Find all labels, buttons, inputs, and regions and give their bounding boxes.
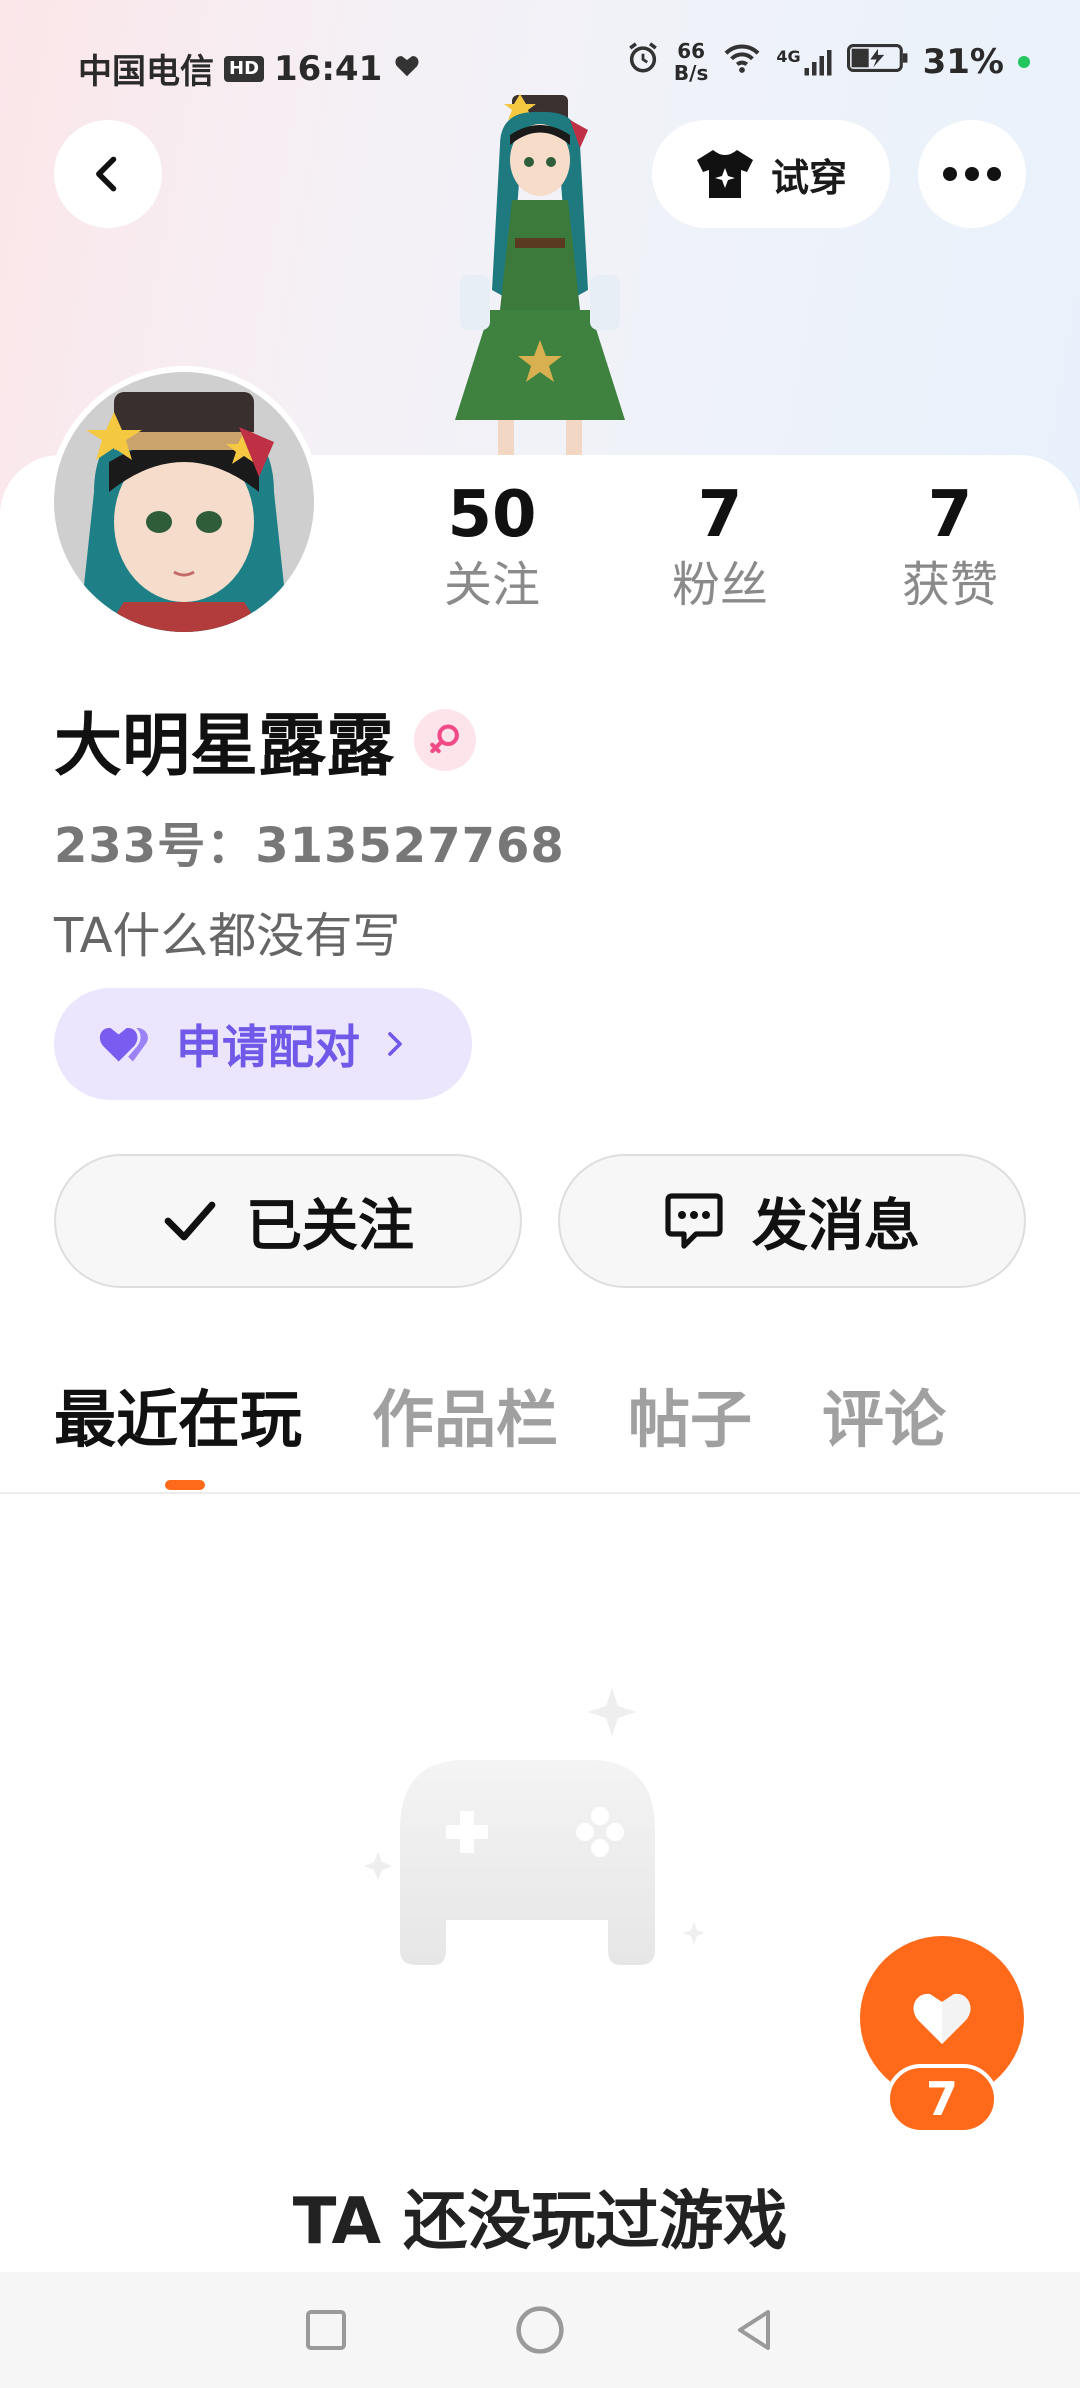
- stat-value: 50: [447, 478, 537, 552]
- stat-value: 7: [697, 478, 743, 552]
- recent-apps-icon[interactable]: [302, 2306, 350, 2354]
- user-name: 大明星露露: [54, 707, 395, 786]
- heart-icon: [99, 1027, 148, 1062]
- heart-shield-icon: [392, 49, 422, 89]
- heart-icon: [913, 1993, 971, 2044]
- user-bio: TA什么都没有写: [54, 908, 401, 964]
- clock-time: 16:41: [274, 48, 383, 89]
- status-left: 中国电信 HD 16:41: [78, 44, 422, 93]
- try-on-button[interactable]: 试穿: [652, 120, 890, 228]
- more-button[interactable]: [918, 120, 1026, 228]
- avatar-image: [54, 372, 314, 632]
- stat-label: 获赞: [901, 557, 998, 613]
- back-button[interactable]: [54, 120, 162, 228]
- check-icon: [164, 1201, 216, 1241]
- send-message-label: 发消息: [752, 1193, 920, 1259]
- alarm-icon: [626, 41, 660, 84]
- green-dot-indicator: [1018, 56, 1030, 68]
- wifi-icon: [722, 42, 762, 83]
- gamepad-icon: [364, 1688, 705, 1965]
- following-button[interactable]: 已关注: [54, 1154, 522, 1288]
- active-tab-indicator: [165, 1480, 205, 1490]
- chevron-right-icon: [388, 1032, 402, 1056]
- following-label: 已关注: [246, 1193, 414, 1259]
- network-speed-value: 66: [677, 39, 706, 63]
- tab-posts[interactable]: 帖子: [628, 1370, 752, 1470]
- stat-following[interactable]: 50 关注: [412, 475, 572, 615]
- signal-type-label: 4G: [776, 47, 801, 66]
- profile-tabs: 最近在玩 作品栏 帖子 评论: [54, 1370, 1016, 1470]
- network-speed-unit: B/s: [673, 61, 709, 85]
- try-on-label: 试穿: [770, 155, 847, 200]
- like-count-badge: 7: [886, 2064, 998, 2134]
- carrier-name: 中国电信: [78, 52, 214, 92]
- tshirt-icon: [696, 150, 753, 198]
- empty-state-text: TA 还没玩过游戏: [292, 2185, 788, 2259]
- stat-label: 粉丝: [671, 557, 768, 613]
- apply-pairing-button[interactable]: 申请配对: [54, 988, 472, 1100]
- network-speed: 66 B/s: [674, 40, 708, 84]
- back-nav-icon[interactable]: [730, 2306, 778, 2354]
- more-horizontal-icon: [943, 167, 1001, 181]
- tab-recently-played[interactable]: 最近在玩: [54, 1370, 302, 1470]
- name-row: 大明星露露: [54, 690, 477, 789]
- stat-followers[interactable]: 7 粉丝: [640, 475, 800, 615]
- stat-value: 7: [927, 478, 973, 552]
- tab-comments[interactable]: 评论: [822, 1370, 946, 1470]
- status-right: 66 B/s 4G 31%: [626, 40, 1030, 84]
- battery-percent: 31%: [922, 42, 1004, 82]
- chat-bubble-icon: [665, 1193, 723, 1249]
- chevron-left-icon: [96, 156, 117, 192]
- user-id: 233号：313527768: [54, 818, 565, 874]
- system-navigation-bar: [0, 2272, 1080, 2388]
- cell-signal-icon: 4G: [776, 47, 832, 77]
- apply-pairing-label: 申请配对: [176, 1020, 360, 1074]
- home-icon[interactable]: [513, 2303, 567, 2357]
- hd-badge: HD: [224, 55, 265, 82]
- tabs-divider: [0, 1492, 1080, 1494]
- battery-icon: [846, 42, 909, 83]
- female-icon: [414, 708, 477, 771]
- stat-label: 关注: [443, 557, 540, 613]
- send-message-button[interactable]: 发消息: [558, 1154, 1026, 1288]
- stat-likes[interactable]: 7 获赞: [870, 475, 1030, 615]
- tab-works[interactable]: 作品栏: [372, 1370, 558, 1470]
- avatar[interactable]: [54, 372, 314, 632]
